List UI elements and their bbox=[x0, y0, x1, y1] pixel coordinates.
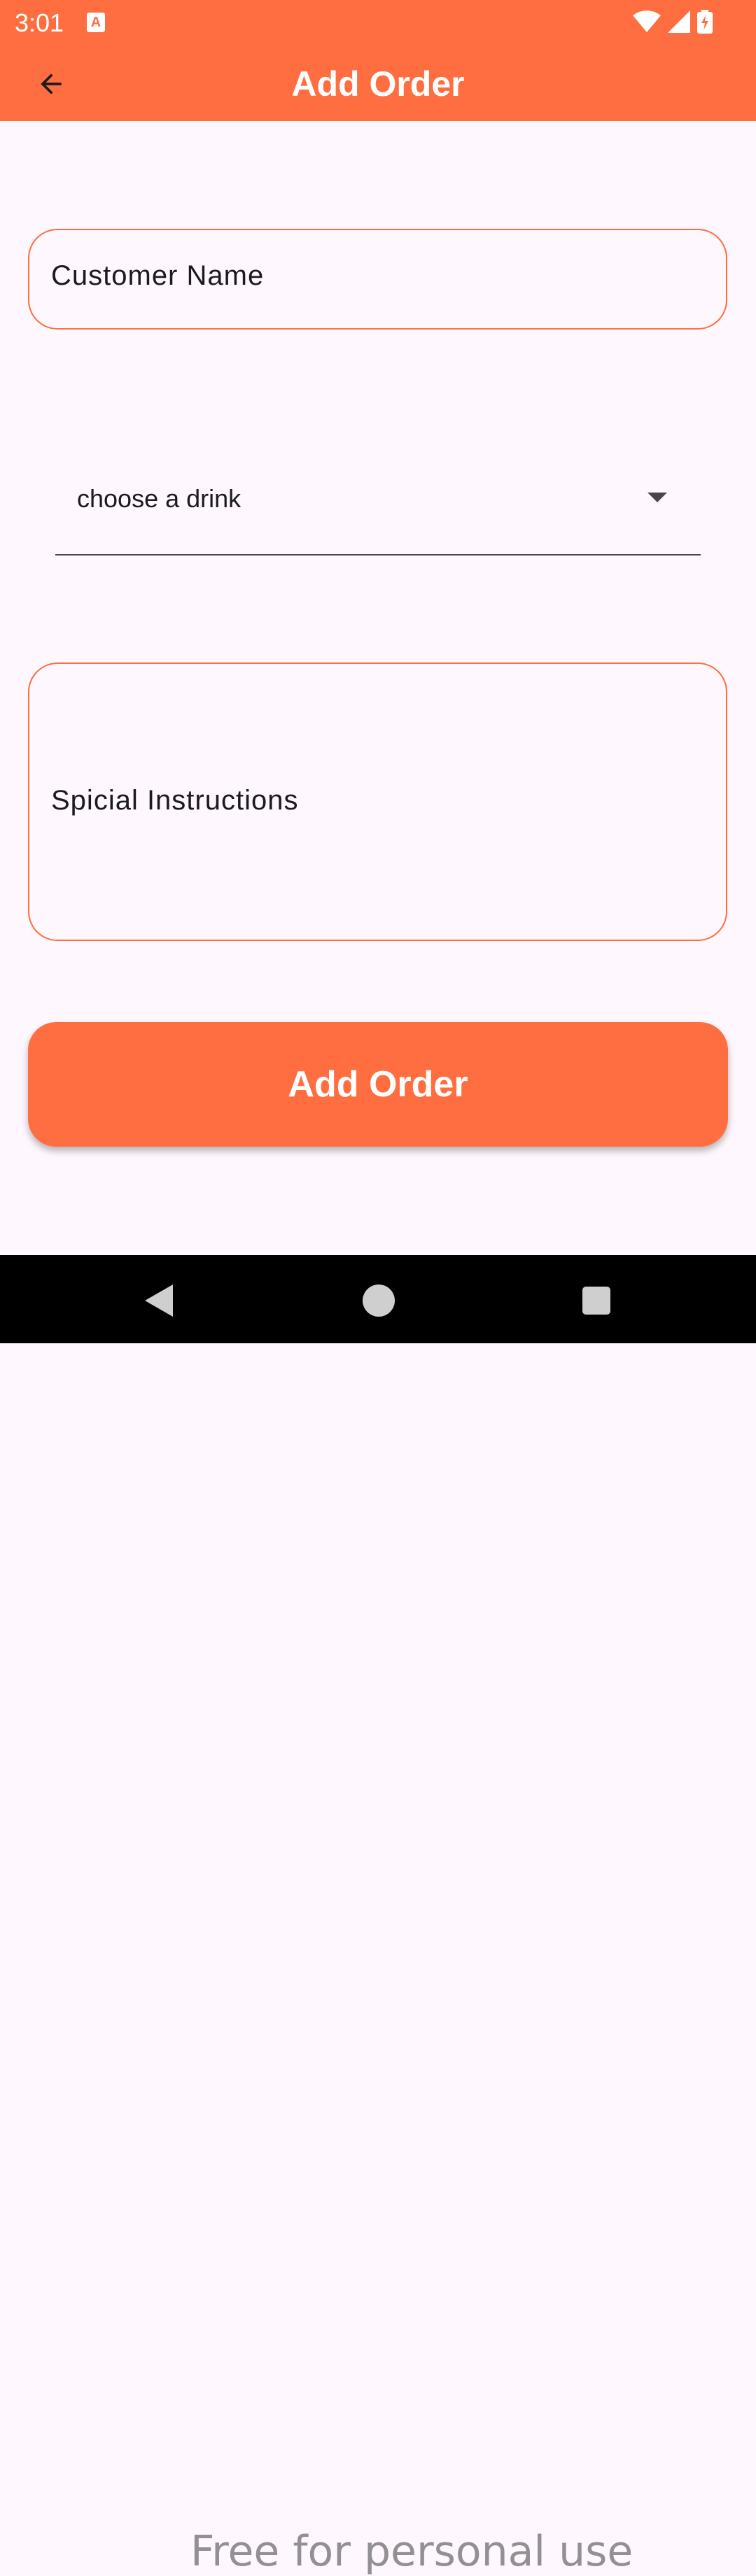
status-bar: 3:01 A bbox=[0, 0, 756, 44]
status-icons bbox=[633, 9, 713, 34]
customer-name-label: Customer Name bbox=[51, 260, 265, 291]
drink-dropdown[interactable]: choose a drink bbox=[55, 462, 701, 555]
nav-back-icon[interactable] bbox=[145, 1285, 173, 1317]
app-bar: Add Order bbox=[0, 44, 756, 121]
arrow-drop-down-icon bbox=[648, 493, 667, 502]
special-instructions-label: Spicial Instructions bbox=[51, 785, 299, 816]
status-time: 3:01 bbox=[15, 8, 64, 37]
battery-charging-icon bbox=[697, 10, 713, 34]
customer-name-field[interactable]: Customer Name bbox=[28, 229, 727, 330]
add-order-button-label: Add Order bbox=[288, 1064, 468, 1105]
text-notification-icon: A bbox=[87, 13, 105, 32]
wifi-icon bbox=[633, 10, 661, 32]
signal-icon bbox=[668, 10, 690, 33]
page-title: Add Order bbox=[291, 64, 465, 104]
watermark-text: Free for personal use bbox=[190, 2527, 634, 2576]
add-order-button[interactable]: Add Order bbox=[28, 1022, 728, 1147]
drink-dropdown-value: choose a drink bbox=[77, 484, 241, 513]
special-instructions-field[interactable]: Spicial Instructions bbox=[28, 663, 727, 941]
nav-home-icon[interactable] bbox=[363, 1285, 395, 1317]
nav-recents-icon[interactable] bbox=[582, 1287, 610, 1315]
system-nav-bar: Free for personal use bbox=[0, 1255, 756, 2576]
